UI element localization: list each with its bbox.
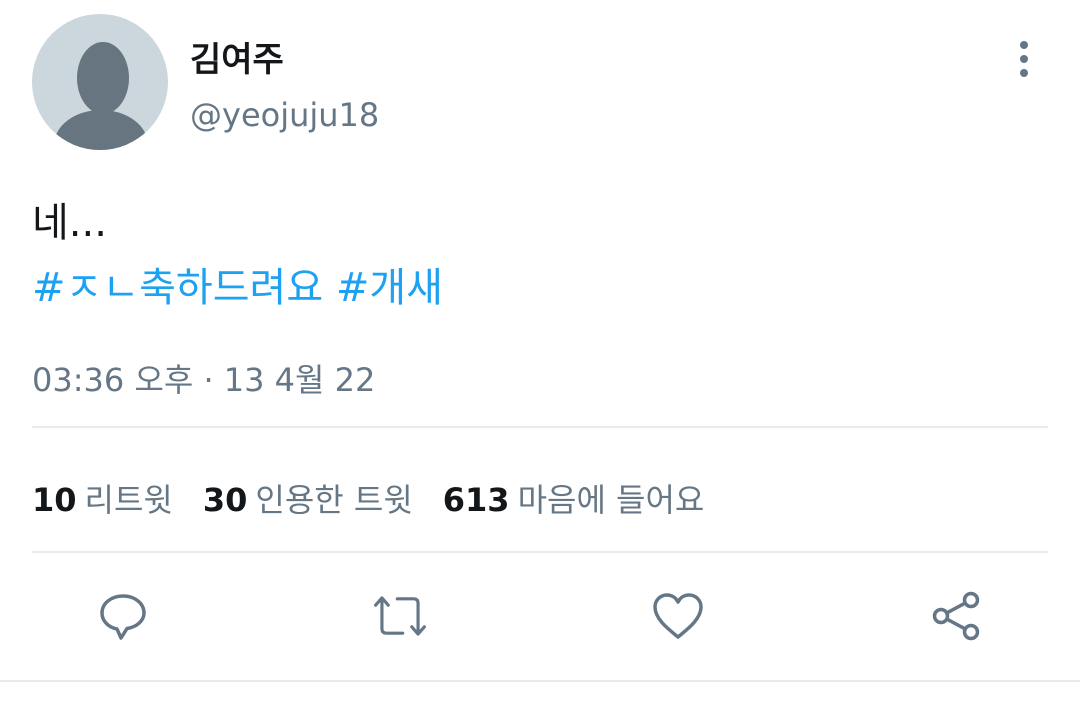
share-button[interactable] xyxy=(928,588,984,644)
avatar-head-shape xyxy=(77,42,129,114)
retweets-stat[interactable]: 10 리트윗 xyxy=(32,475,173,521)
hashtag-link[interactable]: #개새 xyxy=(336,265,443,311)
avatar-body-shape xyxy=(54,110,148,150)
more-dot xyxy=(1020,55,1028,63)
reply-icon xyxy=(100,594,146,640)
reply-button[interactable] xyxy=(95,588,151,644)
hashtag-line: #ㅈㄴ축하드려요 #개새 xyxy=(32,255,443,313)
like-button[interactable] xyxy=(650,588,706,644)
retweets-label: 리트윗 xyxy=(84,481,173,519)
like-icon xyxy=(653,593,703,639)
retweet-icon xyxy=(374,596,426,636)
tweet-stats: 10 리트윗 30 인용한 트윗 613 마음에 들어요 xyxy=(32,475,704,521)
more-dot xyxy=(1020,69,1028,77)
quote-tweets-label: 인용한 트윗 xyxy=(255,481,413,519)
likes-stat[interactable]: 613 마음에 들어요 xyxy=(443,475,705,521)
retweet-button[interactable] xyxy=(372,588,428,644)
hashtag-link[interactable]: #ㅈㄴ축하드려요 xyxy=(32,265,323,311)
user-handle[interactable]: @yeojuju18 xyxy=(190,96,379,134)
avatar[interactable] xyxy=(32,14,168,150)
tweet-text: 네... xyxy=(32,200,107,246)
bottom-divider xyxy=(0,680,1080,682)
divider xyxy=(32,551,1048,553)
quote-tweets-count: 30 xyxy=(202,481,248,519)
more-vertical-icon xyxy=(1020,41,1028,49)
display-name[interactable]: 김여주 xyxy=(190,32,284,81)
likes-count: 613 xyxy=(442,481,510,519)
retweets-count: 10 xyxy=(32,481,77,519)
likes-label: 마음에 들어요 xyxy=(517,481,705,519)
divider xyxy=(32,426,1048,428)
tweet-timestamp[interactable]: 03:36 오후 · 13 4월 22 xyxy=(32,355,375,401)
more-options-button[interactable] xyxy=(1006,38,1042,80)
quote-tweets-stat[interactable]: 30 인용한 트윗 xyxy=(203,475,413,521)
share-icon xyxy=(932,591,980,641)
